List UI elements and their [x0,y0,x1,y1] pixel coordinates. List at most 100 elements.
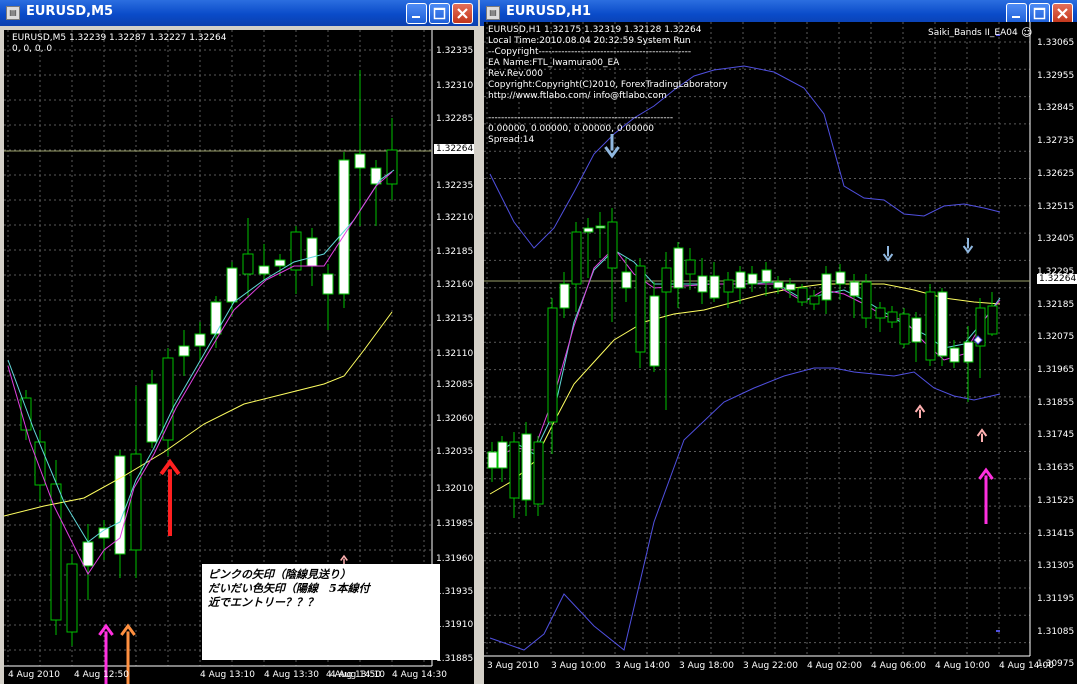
ma-signal-line [7,171,393,575]
y-axis-label: 1.32010 [436,484,474,494]
y-axis-label: 1.32185 [1037,299,1075,310]
candle-body [146,383,158,443]
candle-body [497,441,508,469]
candle-body [861,281,872,319]
x-axis-label: 3 Aug 10:00 [551,661,606,671]
annotation-note: ピンクの矢印（陰線見送り） だいだい色矢印（陽線 5本線付 近でエントリー？？？ [202,564,440,660]
candle-body [162,357,174,441]
candle-body [82,541,94,567]
ea-info-panel: EURUSD,H1 1.32175 1.32319 1.32128 1.3226… [488,25,728,146]
candle-body [290,231,302,271]
chart-window-icon: ▤ [6,6,20,20]
candle-body [354,153,366,169]
right-chart-window[interactable]: ▤ EURUSD,H1 EURUSD,H1 1.32175 1.32319 1.… [480,0,1077,684]
indicator-status-icon: ☺ [1021,26,1033,39]
note-line: 近でエントリー？？？ [208,596,318,609]
candle-body [875,307,886,319]
x-axis-label: 4 Aug 12:50 [74,670,129,680]
candle-body [797,287,808,303]
y-axis-label: 1.31965 [1037,365,1075,375]
y-axis-label: 1.31935 [436,587,474,597]
note-line: ピンクの矢印（陰線見送り） [208,568,351,581]
maximize-button[interactable] [1029,3,1050,24]
note-line: だいだい色矢印（陽線 5本線付 [208,582,370,595]
x-axis-label: 3 Aug 14:00 [615,661,670,671]
candle-body [509,441,520,499]
x-axis-label: 4 Aug 02:00 [807,661,862,671]
ea-info-line: http://www.ftlabo.com/ info@ftlabo.com [488,91,667,101]
y-axis-label: 1.31885 [436,654,474,664]
candle-body [849,281,860,297]
y-axis-label: 1.32075 [1037,332,1075,343]
candle-body [66,563,78,633]
right-window-title: EURUSD,H1 [506,4,592,19]
candle-body [747,273,758,285]
candle-body [949,347,960,363]
close-button[interactable] [1052,3,1073,24]
ma-fast-line [7,169,395,543]
candle-body [963,341,974,363]
left-title-bar[interactable]: ▤ EURUSD,M5 [0,0,478,26]
candle-body [987,305,998,335]
ea-info-line: Copyright:Copyright(C)2010, ForexTrading… [488,80,728,90]
chart-window-icon: ▤ [486,6,500,20]
x-axis-label: 4 Aug 13:10 [200,670,255,680]
candle-body [322,273,334,295]
band-end-marker [996,630,1000,632]
left-window-title: EURUSD,M5 [26,4,114,19]
candle-body [785,283,796,291]
y-axis-label: 1.31415 [1037,528,1075,539]
ea-info-line: Spread:14 [488,135,535,145]
candle-body [821,273,832,301]
candle-body [685,259,696,275]
y-axis-label: 1.32110 [436,349,474,359]
candle-body [114,455,126,555]
candle-body [697,275,708,293]
x-axis-label: 4 Aug 13:30 [264,670,319,680]
indicator-name: Saiki_Bands II_EA04 [928,28,1018,38]
y-axis-label: 1.32185 [436,247,474,257]
candle-body [521,433,532,501]
maximize-button[interactable] [429,3,450,24]
candle-body [547,307,558,423]
y-axis-label: 1.33065 [1037,38,1075,48]
y-axis-label: 1.31195 [1037,593,1075,604]
ea-info-line: Local Time:2010.08.04 20:32:59 System Ru… [488,36,691,46]
candle-body [661,267,672,293]
candle-body [571,231,582,285]
y-axis-label: 1.32845 [1037,103,1075,114]
ea-info-line: ----------------------------------------… [488,113,674,123]
candle-body [595,225,606,229]
y-axis-label: 1.31985 [436,519,474,529]
ea-info-line: 0.00000, 0.00000, 0.00000, 0.00000 [488,124,655,134]
left-chart-window[interactable]: ▤ EURUSD,M5 EURUSD,M5 1.32239 1.32287 1.… [0,0,478,684]
minimize-button[interactable] [406,3,427,24]
candle-body [709,275,720,299]
ea-info-line: --Copyright-----------------------------… [488,47,692,57]
ea-info-line: EA Name:FTL_Iwamura00_EA [488,58,620,68]
left-price-chart[interactable]: EURUSD,M5 1.32239 1.32287 1.32227 1.3226… [4,30,474,684]
minimize-button[interactable] [1006,3,1027,24]
right-price-chart[interactable]: EURUSD,H1 1.32175 1.32319 1.32128 1.3226… [484,22,1077,684]
candle-body [899,313,910,345]
y-axis-label: 1.32285 [436,114,474,124]
left-current-price: 1.32264 [434,144,474,154]
candle-body [925,291,936,361]
close-button[interactable] [452,3,473,24]
x-axis-label: 4 Aug 14:10 [330,670,385,680]
candle-body [735,271,746,289]
y-axis-label: 1.31085 [1037,626,1075,637]
y-axis-label: 1.32310 [436,81,474,91]
y-axis-label: 1.32060 [436,414,474,424]
candle-body [773,281,784,289]
y-axis-label: 1.32625 [1037,168,1075,179]
y-axis-label: 1.31960 [436,554,474,564]
x-axis-label: 3 Aug 18:00 [679,661,734,671]
candle-body [937,291,948,357]
y-axis-label: 1.31745 [1037,430,1075,441]
y-axis-label: 1.31525 [1037,495,1075,506]
y-axis-label: 1.32735 [1037,136,1075,147]
candle-body [649,295,660,367]
x-axis-label: 3 Aug 22:00 [743,661,798,671]
candle-body [274,259,286,267]
